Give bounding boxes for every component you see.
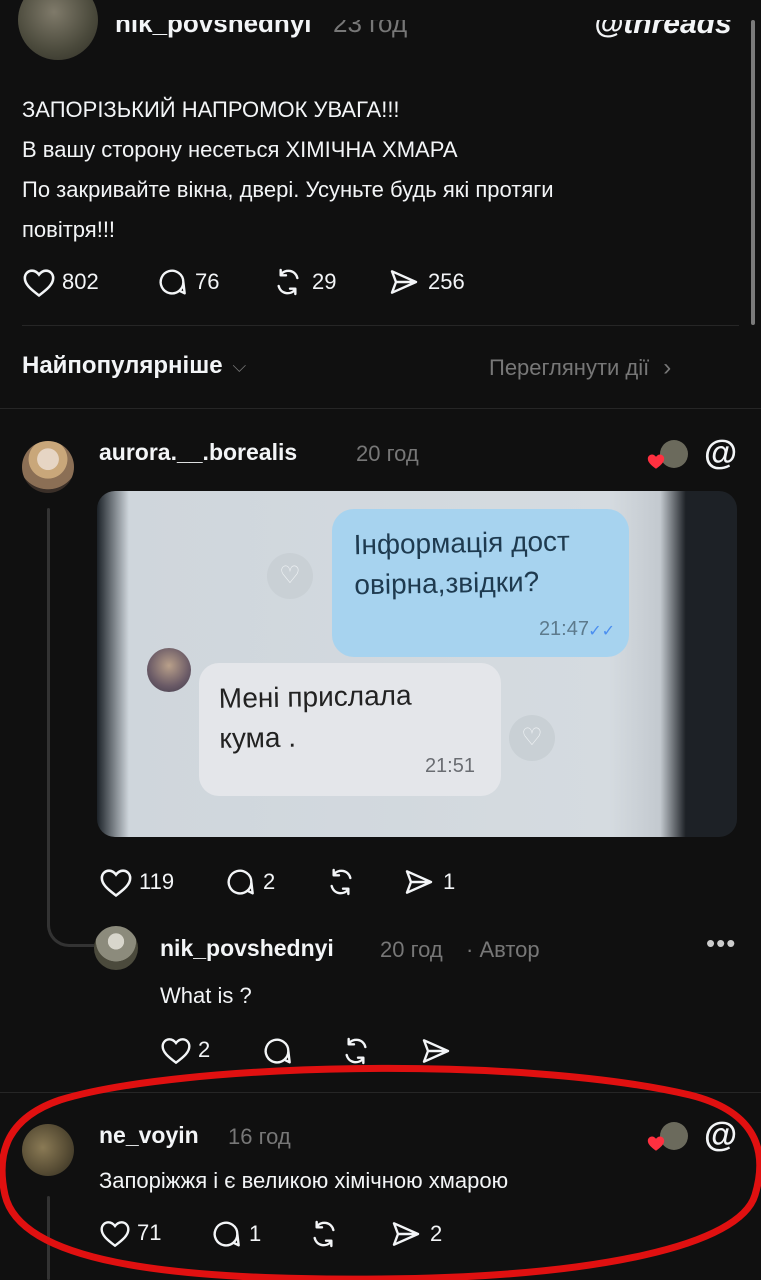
read-tick-icon: ✓✓ <box>588 623 615 640</box>
send-icon <box>405 870 433 894</box>
heart-outline-icon: ♡ <box>509 715 555 761</box>
contact-avatar <box>147 648 191 692</box>
avatar[interactable] <box>18 0 98 60</box>
send-icon <box>390 270 418 294</box>
post-username[interactable]: nik_povshednyi <box>115 20 312 38</box>
heart-filled-icon <box>647 454 665 469</box>
post-line: ЗАПОРІЗЬКИЙ НАПРОМОК УВАГА!!! <box>22 97 400 122</box>
threads-logo[interactable]: @threads <box>594 7 732 40</box>
threads-logo-text: threads <box>623 7 732 40</box>
chat-bubble-outgoing-time: 21:47 <box>538 618 589 640</box>
sort-label: Найпопулярніше <box>22 352 223 379</box>
chevron-right-icon: › <box>663 354 672 381</box>
author-tag: · Автор <box>466 937 540 962</box>
chevron-down-icon: ⌵ <box>232 355 247 376</box>
reply-text: What is ? <box>160 983 252 1008</box>
divider <box>0 408 761 409</box>
comment-icon <box>227 869 254 895</box>
heart-icon <box>23 269 55 298</box>
repost-icon <box>330 868 352 896</box>
threads-logo-icon: @ <box>594 7 624 40</box>
share-count: 256 <box>428 269 465 294</box>
reply-time: 20 год <box>380 937 443 962</box>
repost-button[interactable] <box>323 866 359 898</box>
reply-button[interactable]: 76 <box>155 266 219 298</box>
thread-line <box>47 508 50 928</box>
chat-bubble-incoming-time: 21:51 <box>424 755 475 777</box>
chat-bubble-incoming: Мені прислала кума . 21:51 <box>199 663 501 796</box>
reply-username[interactable]: nik_povshednyi <box>160 935 334 962</box>
avatar[interactable] <box>22 441 74 493</box>
post-line: В вашу сторону несеться ХІМІЧНА ХМАРА <box>22 137 458 162</box>
repost-count: 29 <box>312 269 337 294</box>
like-button[interactable]: 119 <box>99 866 174 898</box>
post-line: повітря!!! <box>22 217 116 242</box>
reply-button[interactable]: 2 <box>223 866 275 898</box>
like-count: 802 <box>62 269 99 294</box>
share-button[interactable]: 256 <box>386 266 465 298</box>
liked-by-author-badge <box>646 438 690 472</box>
like-count: 119 <box>139 869 175 894</box>
repost-button[interactable]: 29 <box>270 266 336 298</box>
comment-icon <box>159 269 186 295</box>
like-button[interactable]: 802 <box>22 266 99 298</box>
chat-bubble-incoming-text: Мені прислала кума . <box>218 679 412 754</box>
comment-username[interactable]: aurora.__.borealis <box>99 439 297 466</box>
post-line: По закривайте вікна, двері. Усуньте будь… <box>22 177 554 202</box>
repost-icon <box>277 268 299 296</box>
annotation-circle <box>0 1064 761 1280</box>
view-activity-link[interactable]: Переглянути дії › <box>489 354 671 382</box>
heart-icon <box>100 869 132 898</box>
post-time: 23 год <box>333 8 408 38</box>
divider <box>22 325 739 326</box>
share-button[interactable]: 1 <box>401 866 455 898</box>
avatar[interactable] <box>94 926 138 970</box>
view-activity-label: Переглянути дії <box>489 355 650 380</box>
more-options-icon[interactable]: ••• <box>706 928 736 959</box>
post-body: ЗАПОРІЗЬКИЙ НАПРОМОК УВАГА!!! В вашу сто… <box>22 90 742 250</box>
chat-bubble-outgoing-text: Інформація дост овірна,звідки? <box>353 525 571 601</box>
share-count: 1 <box>443 869 456 894</box>
reply-count: 2 <box>263 869 276 894</box>
thread-connector <box>47 900 94 947</box>
heart-outline-icon: ♡ <box>267 553 313 599</box>
chat-bubble-outgoing: Інформація дост овірна,звідки? 21:47 ✓✓ <box>332 509 629 657</box>
threads-icon[interactable]: @ <box>704 434 737 473</box>
comment-time: 20 год <box>356 441 419 466</box>
sort-dropdown[interactable]: Найпопулярніше ⌵ <box>22 352 246 380</box>
comment-image[interactable]: ♡ Інформація дост овірна,звідки? 21:47 ✓… <box>97 491 737 837</box>
scrollbar[interactable] <box>751 20 755 325</box>
reply-count: 76 <box>195 269 220 294</box>
